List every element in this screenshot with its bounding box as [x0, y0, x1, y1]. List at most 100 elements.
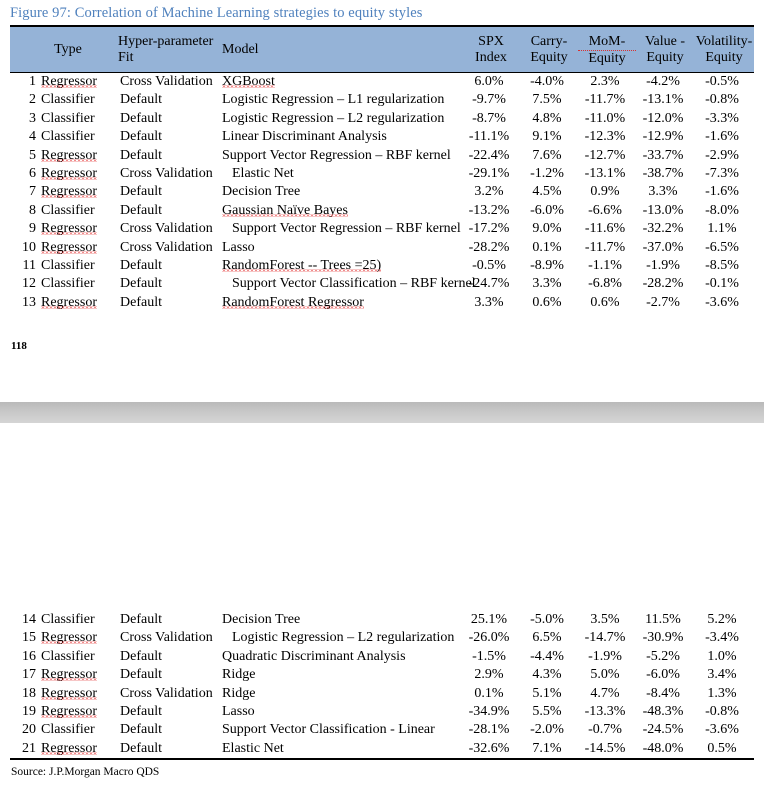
- cell-type-text: Regressor: [41, 74, 97, 89]
- cell-model: Ridge: [222, 685, 256, 701]
- table-row: 10 Regressor Cross Validation Lasso -28.2% 0.…: [10, 239, 754, 257]
- cell-spx-index: -26.0%: [468, 630, 510, 646]
- table-row: 11 Classifier Default RandomForest -- Trees…: [10, 257, 754, 275]
- cell-spx-index: -24.7%: [468, 276, 510, 292]
- cell-spx-index: -0.5%: [472, 257, 506, 273]
- cell-mom-equity: -1.1%: [588, 257, 622, 273]
- row-index: 14: [22, 612, 36, 627]
- cell-model: Support Vector Classification – RBF kern…: [232, 276, 476, 292]
- cell-volatility-equity: 1.0%: [707, 648, 737, 664]
- cell-volatility-equity: -0.8%: [705, 92, 739, 108]
- cell-volatility-equity: -1.6%: [705, 129, 739, 145]
- table-header-row: Type Hyper-parameter Fit Model SPX Index…: [10, 27, 754, 72]
- cell-model: Support Vector Classification - Linear: [222, 722, 435, 738]
- figure-caption: Figure 97: Correlation of Machine Learni…: [10, 5, 423, 21]
- cell-hyper-parameter-fit: Default: [120, 92, 162, 108]
- column-header-spx-line2: Index: [475, 49, 507, 65]
- cell-value-equity: -37.0%: [642, 239, 684, 255]
- cell-value-equity: -5.2%: [646, 648, 680, 664]
- cell-type-text: Regressor: [41, 630, 97, 646]
- table-row: 8 Classifier Default Gaussian Naïve Bayes -1…: [10, 202, 754, 220]
- cell-type: Classifier: [41, 202, 95, 218]
- cell-carry-equity: 9.1%: [532, 129, 562, 145]
- cell-carry-equity: 4.8%: [532, 110, 562, 126]
- cell-model: Lasso: [222, 239, 255, 255]
- cell-hyper-parameter-fit: Default: [120, 703, 162, 719]
- cell-volatility-equity: -0.1%: [705, 276, 739, 292]
- cell-type-text: Regressor: [41, 685, 97, 701]
- cell-value-equity: -2.7%: [646, 294, 680, 310]
- column-header-carry-line1: Carry-: [530, 34, 568, 49]
- cell-type-text: Regressor: [41, 239, 97, 255]
- cell-volatility-equity: 0.5%: [707, 740, 737, 756]
- row-index: 21: [22, 740, 36, 756]
- column-header-carry-equity: Carry- Equity: [520, 34, 578, 65]
- column-header-carry-line2: Equity: [530, 49, 568, 65]
- table-row: 4 Classifier Default Linear Discriminant An…: [10, 128, 754, 146]
- cell-model: Lasso: [222, 703, 255, 719]
- cell-volatility-equity: 3.4%: [707, 667, 737, 683]
- source-note: Source: J.P.Morgan Macro QDS: [11, 766, 160, 778]
- table-row: 6 Regressor Cross Validation Elastic Net -29…: [10, 165, 754, 183]
- row-index: 19: [22, 703, 36, 719]
- row-index: 18: [22, 685, 36, 701]
- cell-type: Classifier: [41, 648, 95, 664]
- column-header-type: Type: [54, 42, 82, 57]
- table-row: 7 Regressor Default Decision Tree 3.2% 4.5% 0.…: [10, 183, 754, 201]
- row-index: 8: [29, 202, 36, 218]
- cell-mom-equity: 4.7%: [590, 685, 620, 701]
- cell-mom-equity: -11.7%: [584, 92, 626, 108]
- cell-value-equity: -30.9%: [642, 630, 684, 646]
- cell-mom-equity: -6.6%: [588, 202, 622, 218]
- cell-model: Gaussian Naïve Bayes: [222, 202, 470, 220]
- table-body-bottom: 14 Classifier Default Decision Tree 25.1% -5.…: [10, 611, 754, 759]
- cell-model: Elastic Net: [222, 740, 284, 756]
- cell-type-text: Regressor: [41, 740, 97, 756]
- cell-hyper-parameter-fit: Default: [120, 612, 162, 627]
- cell-carry-equity: 0.1%: [532, 239, 562, 255]
- cell-carry-equity: -4.0%: [530, 74, 564, 89]
- cell-mom-equity: 3.5%: [590, 612, 620, 627]
- cell-spx-index: 2.9%: [474, 667, 504, 683]
- cell-value-equity: -32.2%: [642, 221, 684, 237]
- document-page: Figure 97: Correlation of Machine Learni…: [0, 0, 764, 799]
- cell-carry-equity: 6.5%: [532, 630, 562, 646]
- cell-mom-equity: -13.3%: [584, 703, 626, 719]
- row-index: 12: [22, 276, 36, 292]
- cell-model: Elastic Net: [232, 165, 294, 181]
- cell-carry-equity: 4.5%: [532, 184, 562, 200]
- cell-type-text: Regressor: [41, 703, 97, 719]
- cell-hyper-parameter-fit: Default: [120, 667, 162, 683]
- cell-value-equity: 3.3%: [648, 184, 678, 200]
- cell-spx-index: -32.6%: [468, 740, 510, 756]
- cell-spx-index: 0.1%: [474, 685, 504, 701]
- column-header-hyper-parameter-fit: Hyper-parameter Fit: [118, 34, 230, 65]
- cell-hyper-parameter-fit: Cross Validation: [120, 221, 213, 237]
- row-index: 7: [29, 184, 36, 200]
- cell-carry-equity: 9.0%: [532, 221, 562, 237]
- table-row: 13 Regressor Default RandomForest Regressor…: [10, 294, 754, 312]
- table-row: 20 Classifier Default Support Vector Classi…: [10, 721, 754, 739]
- cell-mom-equity: -1.9%: [588, 648, 622, 664]
- cell-hyper-parameter-fit: Default: [120, 147, 162, 163]
- column-header-volatility-equity: Volatility- Equity: [692, 34, 756, 65]
- page-separator-band: [0, 402, 764, 423]
- cell-carry-equity: 0.6%: [532, 294, 562, 310]
- column-header-model: Model: [222, 42, 259, 57]
- cell-hyper-parameter-fit: Default: [120, 202, 162, 218]
- cell-hyper-parameter-fit: Default: [120, 257, 162, 273]
- cell-spx-index: -11.1%: [468, 129, 510, 145]
- cell-type-text: Regressor: [41, 221, 97, 237]
- row-index: 11: [22, 257, 36, 273]
- row-index: 15: [22, 630, 36, 646]
- cell-type: Regressor: [41, 294, 125, 312]
- cell-spx-index: -8.7%: [472, 110, 506, 126]
- cell-mom-equity: -12.3%: [584, 129, 626, 145]
- cell-value-equity: -24.5%: [642, 722, 684, 738]
- table-block-bottom: 14 Classifier Default Decision Tree 25.1% -5.…: [10, 611, 754, 761]
- cell-mom-equity: 0.6%: [590, 294, 620, 310]
- cell-model: Support Vector Regression – RBF kernel: [222, 147, 451, 163]
- cell-spx-index: -28.2%: [468, 239, 510, 255]
- cell-carry-equity: 4.3%: [532, 667, 562, 683]
- column-header-mom-line2: Equity: [588, 50, 626, 66]
